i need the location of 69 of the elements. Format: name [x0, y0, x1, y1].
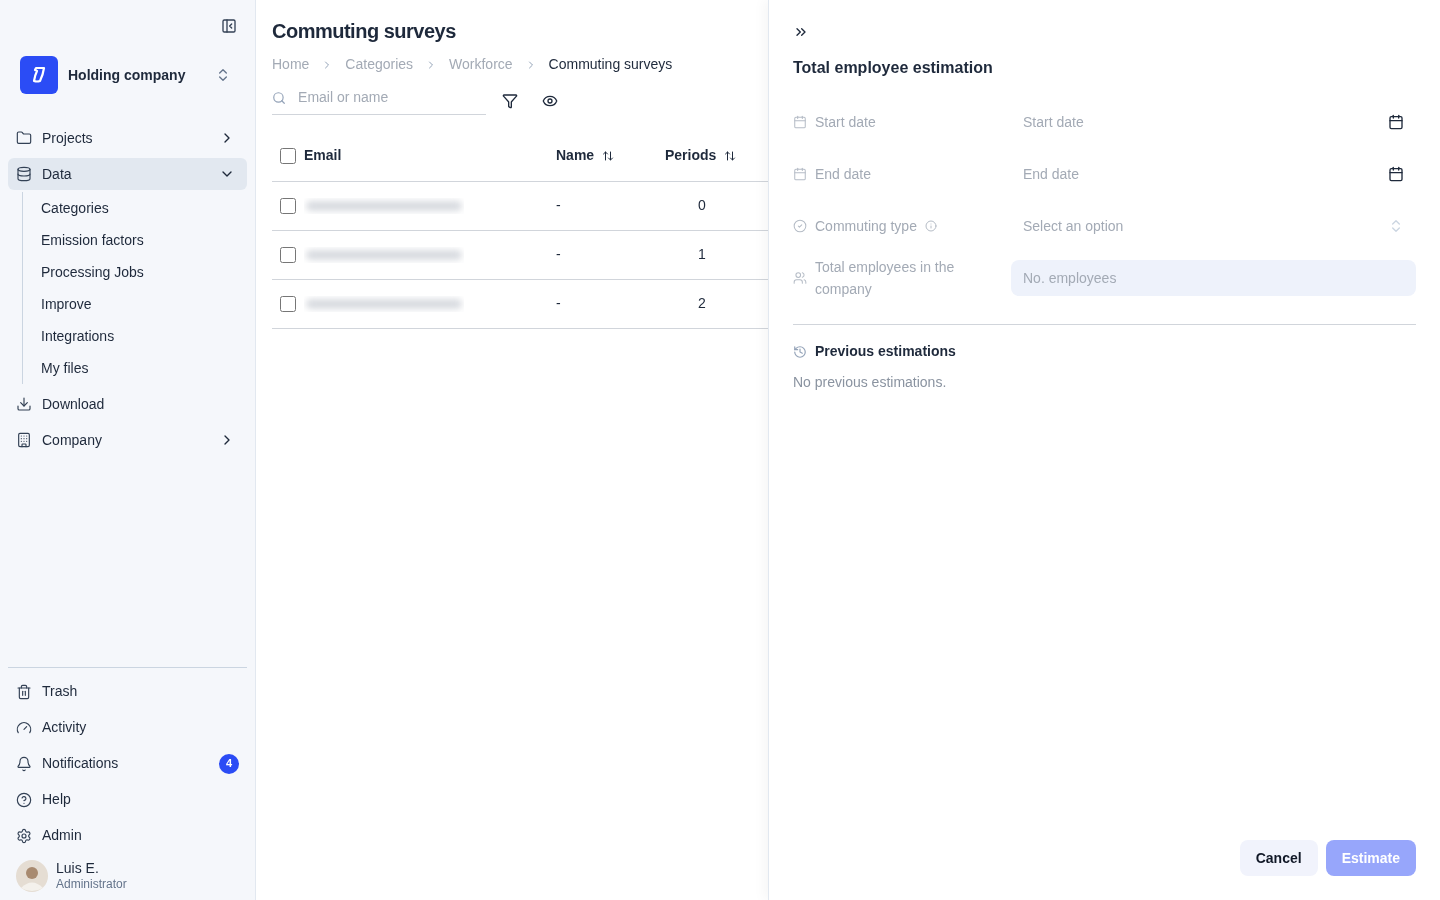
table-cell: -: [556, 230, 665, 279]
row-checkbox[interactable]: [280, 246, 296, 263]
calendar-icon: [1388, 166, 1404, 182]
count-badge: 4: [219, 753, 239, 774]
settings-icon: [16, 827, 32, 844]
panel-title: Total employee estimation: [793, 58, 994, 78]
column-header[interactable]: Name: [556, 145, 595, 167]
calendar-icon: [793, 115, 807, 129]
page-title: Commuting surveys: [272, 19, 457, 44]
users-icon: [793, 271, 807, 285]
bell-icon: [16, 755, 32, 772]
calendar-icon: [1388, 114, 1404, 130]
nav-item[interactable]: Download: [8, 388, 247, 420]
field-label: Start date: [815, 113, 876, 132]
nav-subitem[interactable]: Emission factors: [41, 224, 247, 256]
nav-item[interactable]: Projects: [8, 122, 247, 154]
filter-icon: [502, 93, 518, 109]
nav-item[interactable]: Help: [8, 783, 247, 816]
calendar-icon: [793, 167, 807, 181]
search-field[interactable]: Email or name: [298, 87, 486, 108]
nav-item[interactable]: Data: [8, 158, 247, 190]
breadcrumb-link[interactable]: Commuting surveys: [548, 54, 673, 75]
gauge-icon: [16, 719, 32, 736]
company-switcher[interactable]: Holding company: [8, 52, 247, 98]
empty-message: No previous estimations.: [793, 373, 948, 392]
folder-icon: [16, 130, 32, 146]
check-circle-icon: [793, 219, 807, 233]
history-icon: [793, 344, 807, 359]
column-header[interactable]: Email: [304, 145, 342, 167]
table-cell: 1: [665, 230, 768, 279]
nav-item[interactable]: Activity: [8, 711, 247, 744]
visibility-button[interactable]: [542, 93, 558, 109]
download-icon: [16, 396, 32, 412]
nav-subitem[interactable]: Processing Jobs: [41, 256, 247, 288]
nav-item[interactable]: Notifications 4: [8, 747, 247, 780]
section-title: Previous estimations: [815, 342, 956, 361]
building-icon: [16, 432, 32, 448]
field-label: Commuting type: [815, 217, 917, 236]
row-checkbox[interactable]: [280, 295, 296, 312]
nav-subitem[interactable]: My files: [41, 352, 247, 384]
trash-icon: [16, 683, 32, 700]
table-cell: 0: [665, 181, 768, 230]
table-cell: -: [556, 181, 665, 230]
nav-item[interactable]: Trash: [8, 675, 247, 708]
search-icon: [272, 89, 287, 106]
field-label: Total employees in the company: [815, 258, 956, 299]
user-role: Administrator: [56, 877, 127, 892]
column-header[interactable]: Periods: [665, 145, 717, 167]
nav-subitem[interactable]: Integrations: [41, 320, 247, 352]
filter-button[interactable]: [502, 93, 518, 109]
nav-subitem[interactable]: Categories: [41, 192, 247, 224]
sidebar-toggle-icon: [221, 18, 237, 34]
table-cell: -: [556, 279, 665, 328]
help-icon: [16, 791, 32, 808]
collapse-sidebar-button[interactable]: [219, 16, 239, 36]
nav-subitem[interactable]: Improve: [41, 288, 247, 320]
cancel-button[interactable]: Cancel: [1239, 840, 1318, 876]
company-logo-icon: [20, 56, 58, 94]
table-cell: 2: [665, 279, 768, 328]
database-icon: [16, 166, 32, 182]
avatar-icon: [16, 859, 48, 892]
eye-icon: [542, 93, 558, 109]
input-field[interactable]: No. employees: [1011, 260, 1416, 296]
nav-item[interactable]: Company: [8, 424, 247, 456]
select-all-checkbox[interactable]: [280, 147, 296, 164]
field-label: End date: [815, 165, 872, 184]
user-name: Luis E.: [56, 859, 100, 877]
nav-item[interactable]: Admin: [8, 819, 247, 852]
row-checkbox[interactable]: [280, 197, 296, 214]
